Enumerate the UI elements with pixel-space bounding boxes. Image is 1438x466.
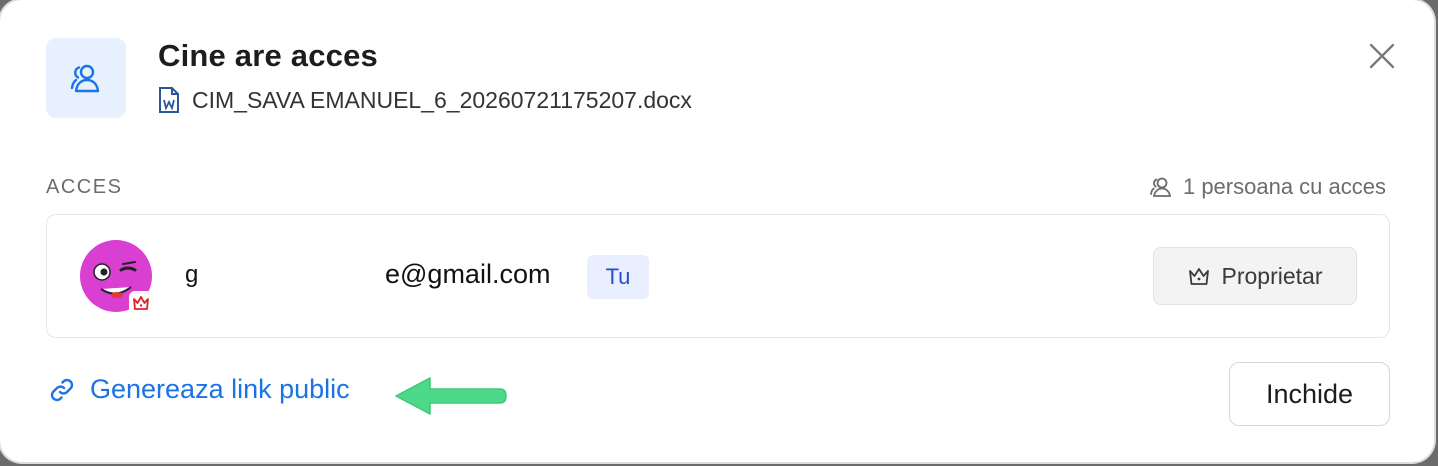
generate-public-link-label: Genereaza link public [90, 374, 350, 404]
access-count-text: 1 persoana cu acces [1182, 174, 1386, 199]
close-icon [1369, 43, 1395, 69]
user-access-row: g e@gmail.com Tu Proprietar [46, 214, 1390, 338]
people-icon-tile [46, 38, 126, 118]
generate-public-link-button[interactable]: Genereaza link public [48, 374, 350, 405]
you-badge: Tu [587, 255, 649, 299]
file-info: CIM_SAVA EMANUEL_6_20260721175207.docx [158, 86, 692, 114]
people-icon [70, 64, 100, 93]
annotation-arrow [395, 377, 507, 415]
access-section-label: ACCES [46, 176, 123, 198]
people-small-icon [1150, 177, 1172, 197]
role-label: Proprietar [1221, 262, 1323, 289]
user-email-start: g [185, 261, 199, 288]
file-name: CIM_SAVA EMANUEL_6_20260721175207.docx [192, 86, 692, 113]
role-owner-button[interactable]: Proprietar [1153, 247, 1357, 305]
crown-icon [1188, 268, 1209, 285]
access-count: 1 persoana cu acces [1149, 174, 1386, 200]
owner-crown-badge [129, 291, 153, 315]
link-icon [50, 378, 74, 401]
crown-icon [133, 296, 149, 310]
dialog-title: Cine are acces [158, 38, 378, 73]
close-button[interactable] [1362, 36, 1402, 76]
close-dialog-button[interactable]: Inchide [1229, 362, 1390, 426]
share-dialog: Cine are acces CIM_SAVA EMANUEL_6_202607… [0, 0, 1434, 462]
user-email: e@gmail.com [385, 259, 551, 289]
word-doc-icon [159, 87, 179, 113]
